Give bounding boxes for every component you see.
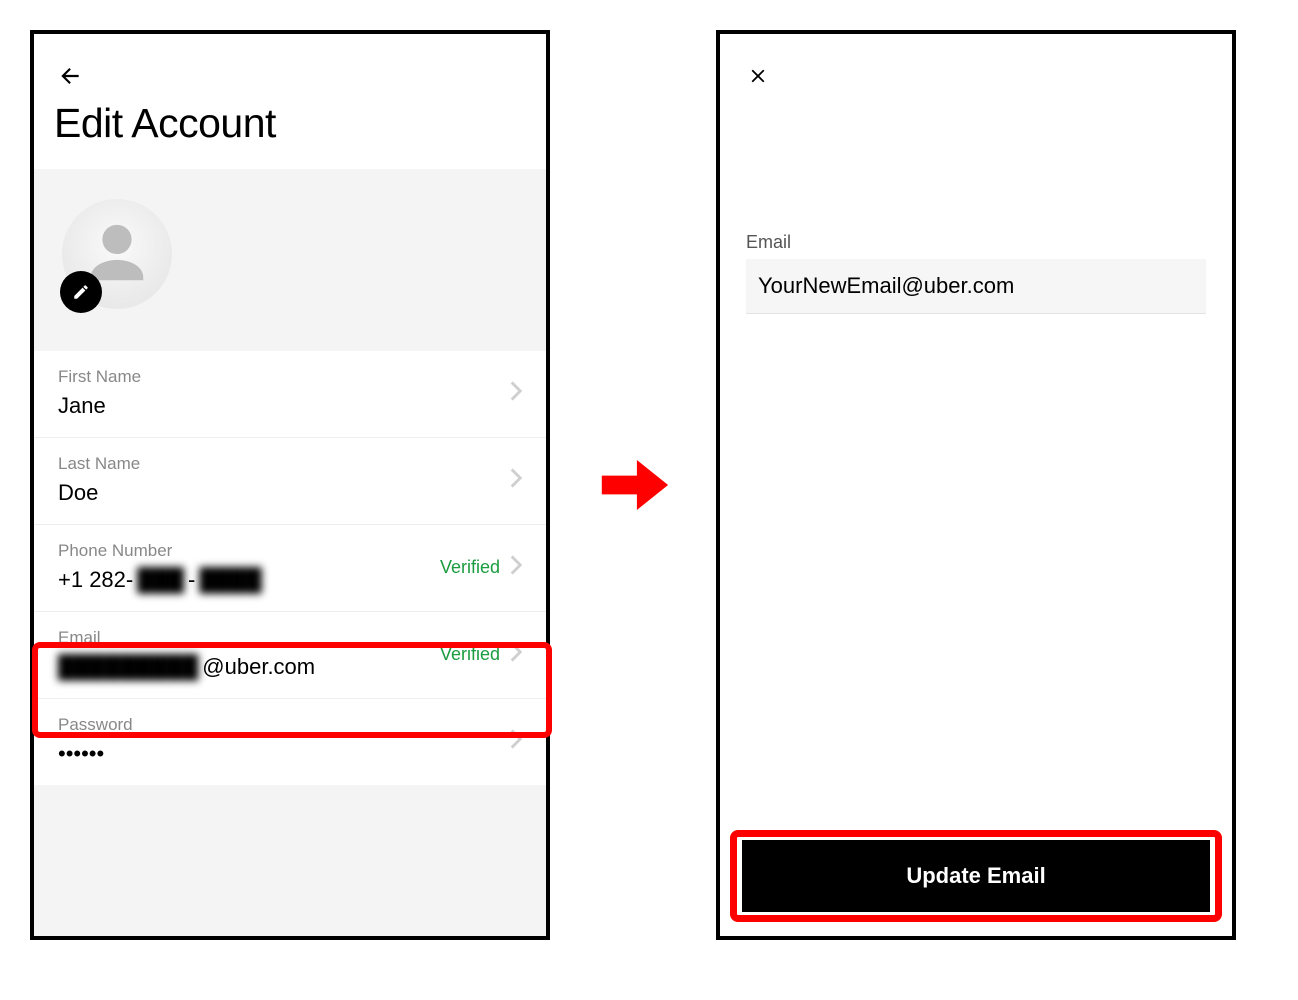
email-label: Email — [58, 628, 440, 648]
arrow-left-icon — [57, 63, 83, 89]
chevron-right-icon — [510, 642, 522, 667]
chevron-right-icon — [510, 555, 522, 580]
phone-label: Phone Number — [58, 541, 440, 561]
update-email-button[interactable]: Update Email — [742, 840, 1210, 912]
phone-row[interactable]: Phone Number +1 282- ███ - ████ Verified — [34, 525, 546, 612]
last-name-value: Doe — [58, 480, 510, 506]
edit-avatar-button[interactable] — [60, 271, 102, 313]
password-row[interactable]: Password •••••• — [34, 699, 546, 785]
chevron-right-icon — [510, 381, 522, 406]
phone-obscured-middle: ███ — [137, 567, 184, 593]
first-name-label: First Name — [58, 367, 510, 387]
password-label: Password — [58, 715, 510, 735]
email-value-suffix: @uber.com — [202, 654, 315, 680]
phone-obscured-end: ████ — [199, 567, 261, 593]
email-input[interactable] — [746, 259, 1206, 314]
chevron-right-icon — [510, 729, 522, 754]
email-field-label: Email — [746, 232, 1206, 253]
avatar-section — [34, 169, 546, 351]
phone-value-dash: - — [188, 567, 195, 593]
back-button[interactable] — [54, 60, 86, 92]
phone-value-prefix: +1 282- — [58, 567, 133, 593]
password-value: •••••• — [58, 741, 510, 767]
empty-space — [34, 785, 546, 936]
first-name-row[interactable]: First Name Jane — [34, 351, 546, 438]
last-name-label: Last Name — [58, 454, 510, 474]
update-email-screen: Email Update Email — [716, 30, 1236, 940]
chevron-right-icon — [510, 468, 522, 493]
flow-arrow-icon — [594, 446, 672, 524]
email-verified-badge: Verified — [440, 644, 500, 665]
phone-verified-badge: Verified — [440, 557, 500, 578]
phone-value: +1 282- ███ - ████ — [58, 567, 440, 593]
last-name-row[interactable]: Last Name Doe — [34, 438, 546, 525]
edit-account-screen: Edit Account First Name — [30, 30, 550, 940]
pencil-icon — [72, 283, 90, 301]
close-button[interactable] — [742, 60, 774, 92]
first-name-value: Jane — [58, 393, 510, 419]
email-obscured-prefix: █████████ — [58, 654, 198, 680]
close-icon — [747, 65, 769, 87]
page-title: Edit Account — [54, 100, 526, 147]
email-value: █████████ @uber.com — [58, 654, 440, 680]
email-row[interactable]: Email █████████ @uber.com Verified — [34, 612, 546, 699]
